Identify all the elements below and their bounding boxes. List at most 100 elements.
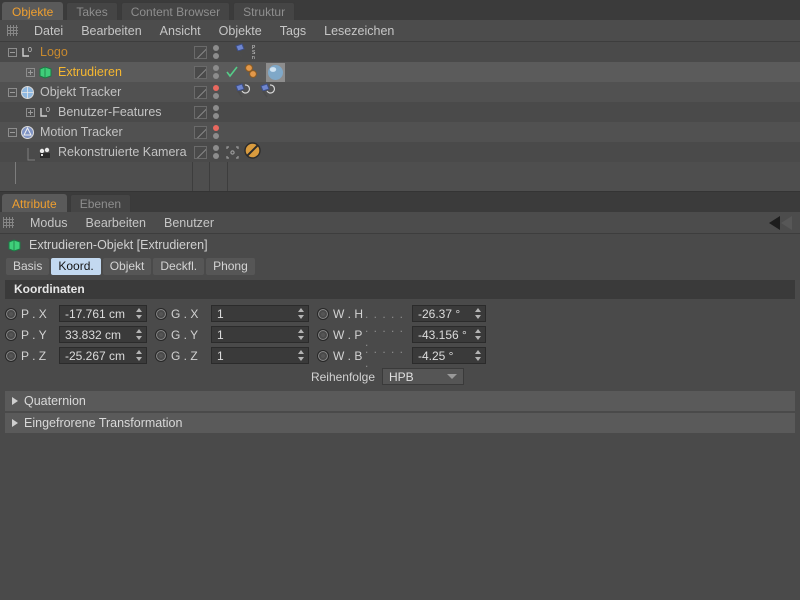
expander-icon[interactable] bbox=[8, 87, 17, 97]
expander-icon[interactable] bbox=[26, 67, 35, 77]
scale-z-input[interactable]: 1 bbox=[211, 347, 309, 364]
rotation-order-select[interactable]: HPB bbox=[382, 368, 464, 385]
enable-toggle-icon[interactable] bbox=[194, 85, 207, 99]
menu-bearbeiten[interactable]: Bearbeiten bbox=[72, 20, 150, 42]
position-y-radio[interactable] bbox=[5, 328, 17, 341]
stepper-icon[interactable] bbox=[298, 308, 305, 319]
forward-arrow-icon[interactable] bbox=[781, 215, 792, 230]
rotation-h-radio[interactable] bbox=[317, 307, 329, 320]
scale-x-input[interactable]: 1 bbox=[211, 305, 309, 322]
subtab-koord[interactable]: Koord. bbox=[51, 258, 101, 275]
stepper-icon[interactable] bbox=[475, 308, 482, 319]
pose-morph-tag[interactable] bbox=[234, 43, 250, 61]
material-tag[interactable] bbox=[266, 62, 285, 82]
coordinate-row-z: P . Z -25.267 cm G . Z 1 W . B . . . . .… bbox=[5, 342, 795, 370]
cinema4d-window: Objekte Takes Content Browser Struktur D… bbox=[0, 0, 800, 600]
expander-icon[interactable] bbox=[8, 47, 17, 57]
tab-objekte[interactable]: Objekte bbox=[2, 2, 64, 20]
scale-y-input[interactable]: 1 bbox=[211, 326, 309, 343]
menu-tags[interactable]: Tags bbox=[271, 20, 315, 42]
visibility-dots[interactable] bbox=[209, 145, 223, 159]
scale-y-radio[interactable] bbox=[155, 328, 167, 341]
enable-toggle-icon[interactable] bbox=[194, 105, 207, 119]
section-quaternion[interactable]: Quaternion bbox=[5, 391, 795, 411]
rotation-b-input[interactable]: -4.25 ° bbox=[412, 347, 486, 364]
subtab-basis[interactable]: Basis bbox=[6, 258, 50, 275]
enable-toggle-icon[interactable] bbox=[194, 125, 207, 139]
menu-objekte[interactable]: Objekte bbox=[210, 20, 271, 42]
stepper-icon[interactable] bbox=[136, 329, 143, 340]
visibility-dots[interactable] bbox=[209, 125, 223, 139]
rotation-p-radio[interactable] bbox=[317, 328, 329, 341]
material-dots-icon[interactable] bbox=[244, 63, 264, 81]
rotation-p-input[interactable]: -43.156 ° bbox=[412, 326, 486, 343]
enable-toggle-icon[interactable] bbox=[194, 65, 207, 79]
position-z-input[interactable]: -25.267 cm bbox=[59, 347, 147, 364]
enable-toggle-icon[interactable] bbox=[194, 45, 207, 59]
stepper-icon[interactable] bbox=[298, 329, 305, 340]
tab-attribute[interactable]: Attribute bbox=[2, 194, 67, 212]
table-row[interactable]: Rekonstruierte Kamera bbox=[0, 142, 800, 162]
rotation-p-label: W . P bbox=[333, 327, 363, 342]
menu-datei[interactable]: Datei bbox=[25, 20, 72, 42]
subtab-phong[interactable]: Phong bbox=[206, 258, 255, 275]
tab-label: Struktur bbox=[243, 5, 286, 19]
visibility-dots[interactable] bbox=[209, 105, 223, 119]
object-tree[interactable]: 0 Logo PSn Extrudieren Objekt Tracker 0 … bbox=[0, 42, 800, 192]
rotation-h-input[interactable]: -26.37 ° bbox=[412, 305, 486, 322]
expander-icon[interactable] bbox=[8, 127, 17, 137]
rotation-h-label: W . H bbox=[333, 306, 363, 321]
position-x-value: -17.761 cm bbox=[65, 306, 126, 321]
history-navigation bbox=[769, 215, 800, 230]
tab-ebenen[interactable]: Ebenen bbox=[69, 194, 132, 212]
tab-label: Objekte bbox=[12, 5, 54, 19]
tab-takes[interactable]: Takes bbox=[66, 2, 118, 20]
tab-content-browser[interactable]: Content Browser bbox=[120, 2, 231, 20]
rotation-order-value: HPB bbox=[389, 369, 414, 384]
tab-label: Takes bbox=[76, 5, 108, 19]
table-row[interactable]: Motion Tracker bbox=[0, 122, 800, 142]
tree-corner bbox=[26, 147, 35, 160]
subtab-objekt[interactable]: Objekt bbox=[102, 258, 152, 275]
visibility-dots[interactable] bbox=[209, 65, 223, 79]
rotation-b-radio[interactable] bbox=[317, 349, 329, 362]
menu-bearbeiten[interactable]: Bearbeiten bbox=[77, 212, 155, 234]
menu-benutzer[interactable]: Benutzer bbox=[155, 212, 223, 234]
check-icon bbox=[226, 66, 238, 78]
enable-toggle-icon[interactable] bbox=[194, 145, 207, 159]
scale-x-radio[interactable] bbox=[155, 307, 167, 320]
stepper-icon[interactable] bbox=[136, 350, 143, 361]
drag-grip-icon[interactable] bbox=[3, 217, 14, 228]
position-x-input[interactable]: -17.761 cm bbox=[59, 305, 147, 322]
drag-grip-icon[interactable] bbox=[7, 25, 18, 36]
stepper-icon[interactable] bbox=[475, 329, 482, 340]
scale-z-radio[interactable] bbox=[155, 349, 167, 362]
tab-struktur[interactable]: Struktur bbox=[233, 2, 296, 20]
table-row[interactable]: Objekt Tracker bbox=[0, 82, 800, 102]
position-y-input[interactable]: 33.832 cm bbox=[59, 326, 147, 343]
back-arrow-icon[interactable] bbox=[769, 215, 780, 230]
constraint-tag[interactable] bbox=[234, 83, 254, 101]
visibility-dots[interactable] bbox=[209, 85, 223, 99]
subtab-deckfl[interactable]: Deckfl. bbox=[153, 258, 205, 275]
position-z-radio[interactable] bbox=[5, 349, 17, 362]
position-x-radio[interactable] bbox=[5, 307, 17, 320]
menu-lesezeichen[interactable]: Lesezeichen bbox=[315, 20, 403, 42]
protection-tag[interactable] bbox=[244, 142, 261, 159]
target-icon[interactable] bbox=[225, 145, 239, 159]
stepper-icon[interactable] bbox=[136, 308, 143, 319]
expander-icon[interactable] bbox=[26, 107, 35, 117]
menu-modus[interactable]: Modus bbox=[21, 212, 77, 234]
chevron-right-icon bbox=[12, 419, 18, 427]
stepper-icon[interactable] bbox=[298, 350, 305, 361]
section-frozen-transformation[interactable]: Eingefrorene Transformation bbox=[5, 413, 795, 433]
stepper-icon[interactable] bbox=[475, 350, 482, 361]
menu-ansicht[interactable]: Ansicht bbox=[151, 20, 210, 42]
visibility-dots[interactable] bbox=[209, 45, 223, 59]
table-row[interactable]: 0 Logo PSn bbox=[0, 42, 800, 62]
rotation-order-row: Reihenfolge HPB bbox=[5, 366, 795, 387]
scale-y-value: 1 bbox=[217, 327, 224, 342]
table-row[interactable]: 0 Benutzer-Features bbox=[0, 102, 800, 122]
constraint-tag[interactable] bbox=[259, 83, 279, 101]
table-row[interactable]: Extrudieren bbox=[0, 62, 800, 82]
